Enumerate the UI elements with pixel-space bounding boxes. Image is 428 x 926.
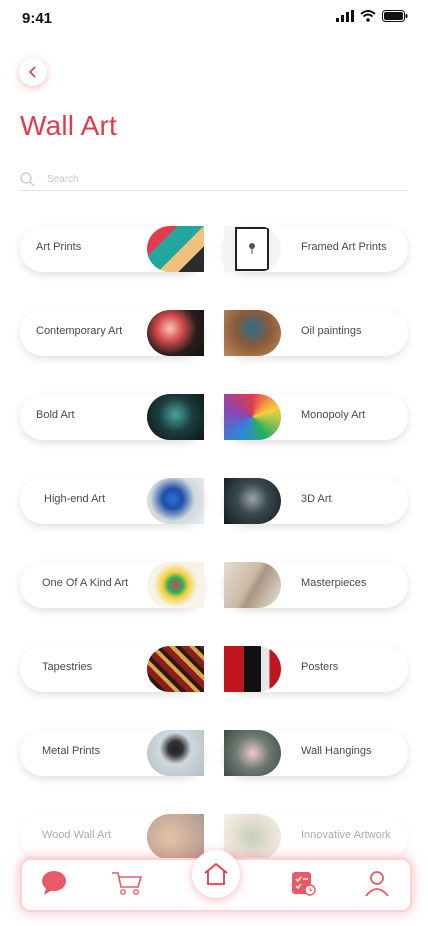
- category-card[interactable]: 3D Art: [224, 478, 408, 524]
- category-image: [147, 478, 204, 524]
- category-label: One Of A Kind Art: [42, 577, 129, 589]
- cart-icon: [112, 872, 143, 895]
- category-label: Monopoly Art: [301, 409, 366, 421]
- category-card[interactable]: Wood Wall Art: [20, 814, 204, 860]
- category-label: Tapestries: [42, 661, 93, 673]
- category-label: Metal Prints: [42, 745, 101, 757]
- category-image: [224, 646, 281, 692]
- category-label: Contemporary Art: [36, 325, 123, 337]
- category-card[interactable]: Innovative Artwork: [224, 814, 408, 860]
- nav-chat[interactable]: [40, 869, 68, 902]
- category-label: Posters: [301, 661, 339, 673]
- category-card[interactable]: Tapestries: [20, 646, 204, 692]
- profile-icon: [365, 871, 389, 897]
- category-image: [224, 226, 281, 272]
- category-card[interactable]: One Of A Kind Art: [20, 562, 204, 608]
- category-image: [147, 646, 204, 692]
- category-image: [224, 394, 281, 440]
- wifi-icon: [360, 10, 376, 22]
- signal-icon: [336, 10, 354, 22]
- category-card[interactable]: Framed Art Prints: [224, 226, 408, 272]
- battery-icon: [382, 10, 408, 22]
- category-label: Masterpieces: [301, 577, 367, 589]
- search-input[interactable]: [45, 172, 369, 186]
- category-label: High-end Art: [44, 493, 106, 505]
- chat-icon: [42, 871, 66, 895]
- category-card[interactable]: High-end Art: [20, 478, 204, 524]
- category-card[interactable]: Art Prints: [20, 226, 204, 272]
- category-card[interactable]: Metal Prints: [20, 730, 204, 776]
- category-image: [147, 310, 204, 356]
- category-card[interactable]: Contemporary Art: [20, 310, 204, 356]
- search-bar[interactable]: [20, 168, 408, 191]
- category-label: 3D Art: [301, 493, 332, 505]
- nav-cart[interactable]: [110, 869, 144, 902]
- category-image: [224, 730, 281, 776]
- status-icons: [336, 10, 408, 22]
- nav-home[interactable]: [192, 850, 240, 898]
- category-label: Art Prints: [36, 241, 82, 253]
- category-image: [224, 478, 281, 524]
- category-label: Framed Art Prints: [301, 241, 387, 253]
- category-card[interactable]: Monopoly Art: [224, 394, 408, 440]
- category-image: [224, 310, 281, 356]
- page-title: Wall Art: [20, 110, 118, 141]
- category-card[interactable]: Posters: [224, 646, 408, 692]
- category-label: Wood Wall Art: [42, 829, 112, 841]
- category-image: [147, 730, 204, 776]
- category-card[interactable]: Oil paintings: [224, 310, 408, 356]
- category-image: [147, 226, 204, 272]
- nav-profile[interactable]: [364, 869, 390, 902]
- nav-orders[interactable]: [290, 869, 316, 902]
- status-bar: 9:41: [0, 0, 428, 36]
- bottom-nav: [20, 850, 412, 912]
- category-label: Bold Art: [36, 409, 75, 421]
- home-icon: [204, 862, 228, 885]
- category-card[interactable]: Wall Hangings: [224, 730, 408, 776]
- category-label: Oil paintings: [301, 325, 362, 337]
- category-image: [147, 814, 204, 860]
- category-image: [224, 814, 281, 860]
- back-button[interactable]: [19, 58, 47, 86]
- category-label: Wall Hangings: [301, 745, 372, 757]
- category-card[interactable]: Masterpieces: [224, 562, 408, 608]
- category-card[interactable]: Bold Art: [20, 394, 204, 440]
- search-icon: [20, 171, 35, 186]
- category-label: Innovative Artwork: [301, 829, 391, 841]
- chevron-left-icon: [28, 66, 36, 78]
- category-image: [147, 394, 204, 440]
- category-image: [224, 562, 281, 608]
- status-time: 9:41: [22, 10, 53, 27]
- category-image: [147, 562, 204, 608]
- orders-icon: [292, 872, 316, 896]
